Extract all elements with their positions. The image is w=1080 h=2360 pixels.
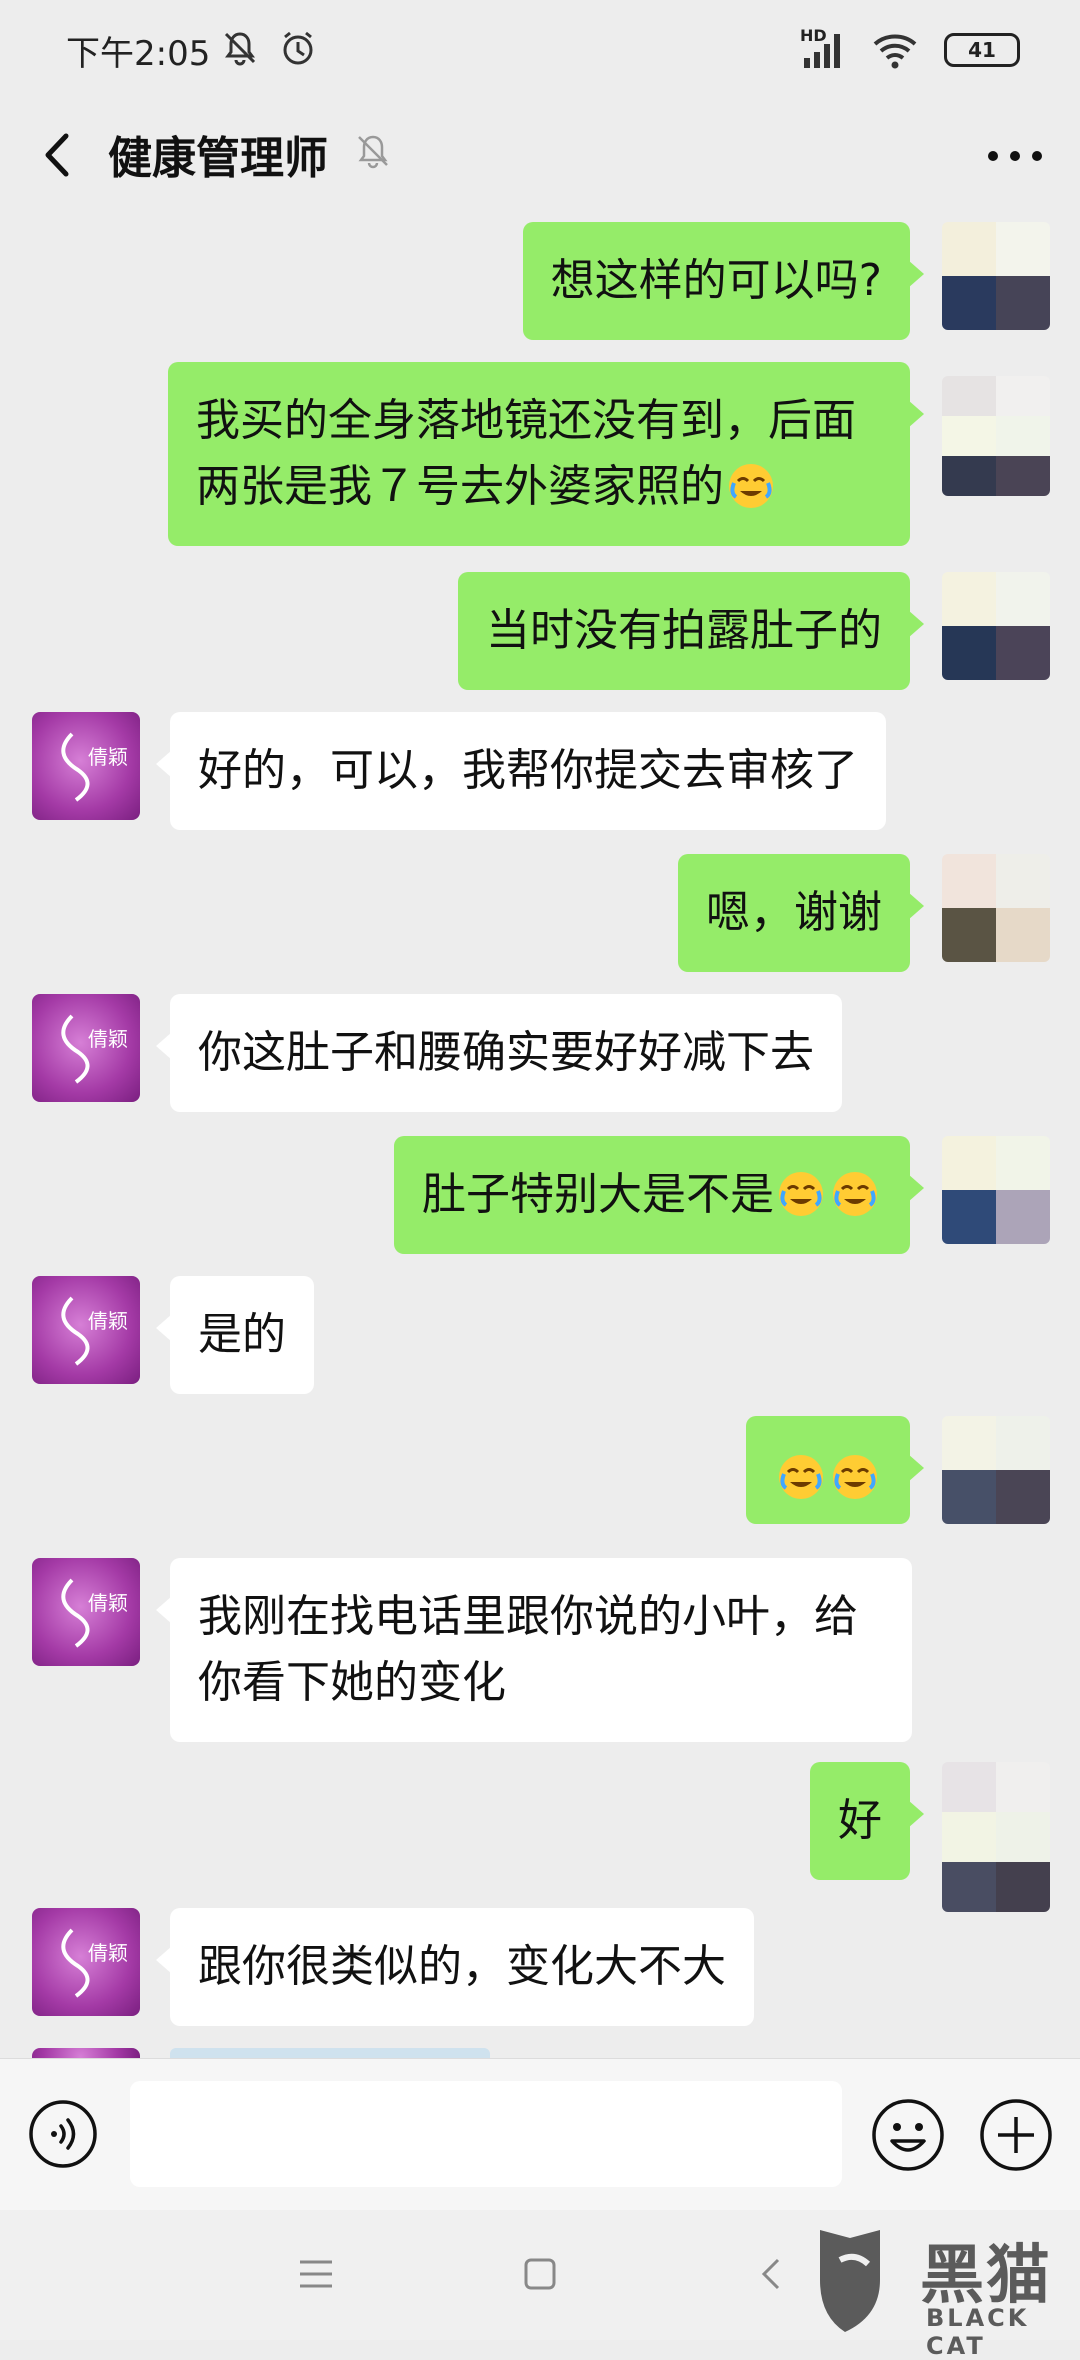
crying-laugh-emoji-icon [833, 1455, 877, 1499]
contact-avatar[interactable]: 倩颖 [32, 712, 140, 820]
message-bubble-sent[interactable]: 当时没有拍露肚子的 [458, 572, 924, 690]
message-bubble-received[interactable]: 跟你很类似的，变化大不大 [156, 1908, 754, 2026]
contact-logo-text: 倩颖 [88, 1591, 128, 1615]
message-bubble-sent[interactable] [746, 1416, 924, 1524]
message-bubble-sent[interactable]: 好 [810, 1762, 924, 1880]
my-avatar[interactable] [942, 1136, 1050, 1244]
watermark-en-text: BLACK CAT [926, 2304, 1030, 2360]
message-input[interactable] [130, 2081, 842, 2187]
message-bubble-received[interactable]: 是的 [156, 1276, 314, 1394]
contact-logo-text: 倩颖 [88, 1027, 128, 1051]
menu-icon [300, 2260, 332, 2288]
voice-icon [29, 2100, 97, 2168]
back-button[interactable] [30, 122, 90, 188]
battery-indicator: 41 [944, 33, 1020, 67]
nav-back-button[interactable] [752, 2254, 792, 2298]
crying-laugh-emoji-icon [779, 1455, 823, 1499]
title-bar: 健康管理师 [0, 100, 1080, 210]
more-options-button[interactable] [980, 126, 1050, 186]
alarm-icon [283, 31, 313, 65]
input-bar [0, 2058, 1080, 2211]
my-avatar[interactable] [942, 1416, 1050, 1524]
black-cat-watermark: 黑猫 BLACK CAT [810, 2220, 1070, 2360]
status-icons-left [220, 28, 318, 68]
status-bar: 下午2:05 HD 41 [0, 0, 1080, 100]
contact-logo-icon: 倩颖 [61, 1014, 128, 1084]
crying-laugh-emoji-icon [729, 464, 773, 508]
wifi-icon [873, 34, 917, 69]
message-list[interactable]: 想这样的可以吗? 我买的全身落地镜还没有到，后面两张是我７号去外婆家照的 当时没… [0, 210, 1080, 2058]
status-icons-right: HD 41 [800, 26, 1020, 70]
message-bubble-sent[interactable]: 想这样的可以吗? [522, 222, 925, 340]
plus-circle-icon [980, 2099, 1052, 2171]
my-avatar[interactable] [942, 1762, 1050, 1912]
contact-avatar[interactable]: 倩颖 [32, 1558, 140, 1666]
contact-avatar[interactable]: 倩颖 [32, 994, 140, 1102]
watermark-cn-text: 黑猫 [920, 2239, 1052, 2313]
message-bubble-received[interactable]: 我刚在找电话里跟你说的小叶，给你看下她的变化 [156, 1558, 912, 1742]
notification-muted-icon [224, 32, 256, 66]
image-message-preview[interactable] [170, 2048, 490, 2058]
crying-laugh-emoji-icon [779, 1172, 823, 1216]
message-bubble-received[interactable]: 好的，可以，我帮你提交去审核了 [156, 712, 886, 830]
contact-logo-icon: 倩颖 [61, 1296, 128, 1366]
status-time: 下午2:05 [66, 34, 211, 74]
cat-shield-logo-icon [820, 2230, 880, 2332]
contact-logo-icon: 倩颖 [61, 732, 128, 802]
my-avatar[interactable] [942, 572, 1050, 680]
triangle-back-icon [761, 2258, 780, 2290]
contact-avatar[interactable]: 倩颖 [32, 1276, 140, 1384]
my-avatar[interactable] [942, 222, 1050, 330]
message-bubble-sent[interactable]: 肚子特别大是不是 [394, 1136, 924, 1254]
signal-icon: HD [800, 26, 846, 70]
contact-logo-text: 倩颖 [88, 1941, 128, 1965]
chat-title: 健康管理师 [108, 133, 328, 184]
my-avatar[interactable] [942, 854, 1050, 962]
message-text: 肚子特别大是不是 [422, 1169, 774, 1220]
nav-menu-button[interactable] [296, 2256, 336, 2296]
my-avatar[interactable] [942, 376, 1050, 496]
message-bubble-sent[interactable]: 嗯，谢谢 [678, 854, 924, 972]
nav-home-button[interactable] [520, 2254, 560, 2298]
message-bubble-received[interactable]: 你这肚子和腰确实要好好减下去 [156, 994, 842, 1112]
smiley-icon [872, 2099, 944, 2171]
contact-avatar[interactable]: 倩颖 [32, 1908, 140, 2016]
contact-avatar[interactable] [32, 2048, 140, 2058]
square-home-icon [524, 2258, 556, 2290]
contact-logo-icon: 倩颖 [61, 1578, 128, 1648]
crying-laugh-emoji-icon [833, 1172, 877, 1216]
more-dots-icon [988, 151, 1042, 161]
voice-input-button[interactable] [28, 2099, 98, 2169]
contact-logo-text: 倩颖 [88, 1309, 128, 1333]
message-bubble-sent[interactable]: 我买的全身落地镜还没有到，后面两张是我７号去外婆家照的 [168, 362, 924, 546]
contact-logo-icon: 倩颖 [61, 1928, 128, 1998]
muted-bell-icon [358, 135, 388, 169]
more-functions-button[interactable] [978, 2097, 1054, 2173]
emoji-button[interactable] [870, 2097, 946, 2173]
chevron-left-icon [45, 133, 69, 177]
contact-logo-text: 倩颖 [88, 745, 128, 769]
